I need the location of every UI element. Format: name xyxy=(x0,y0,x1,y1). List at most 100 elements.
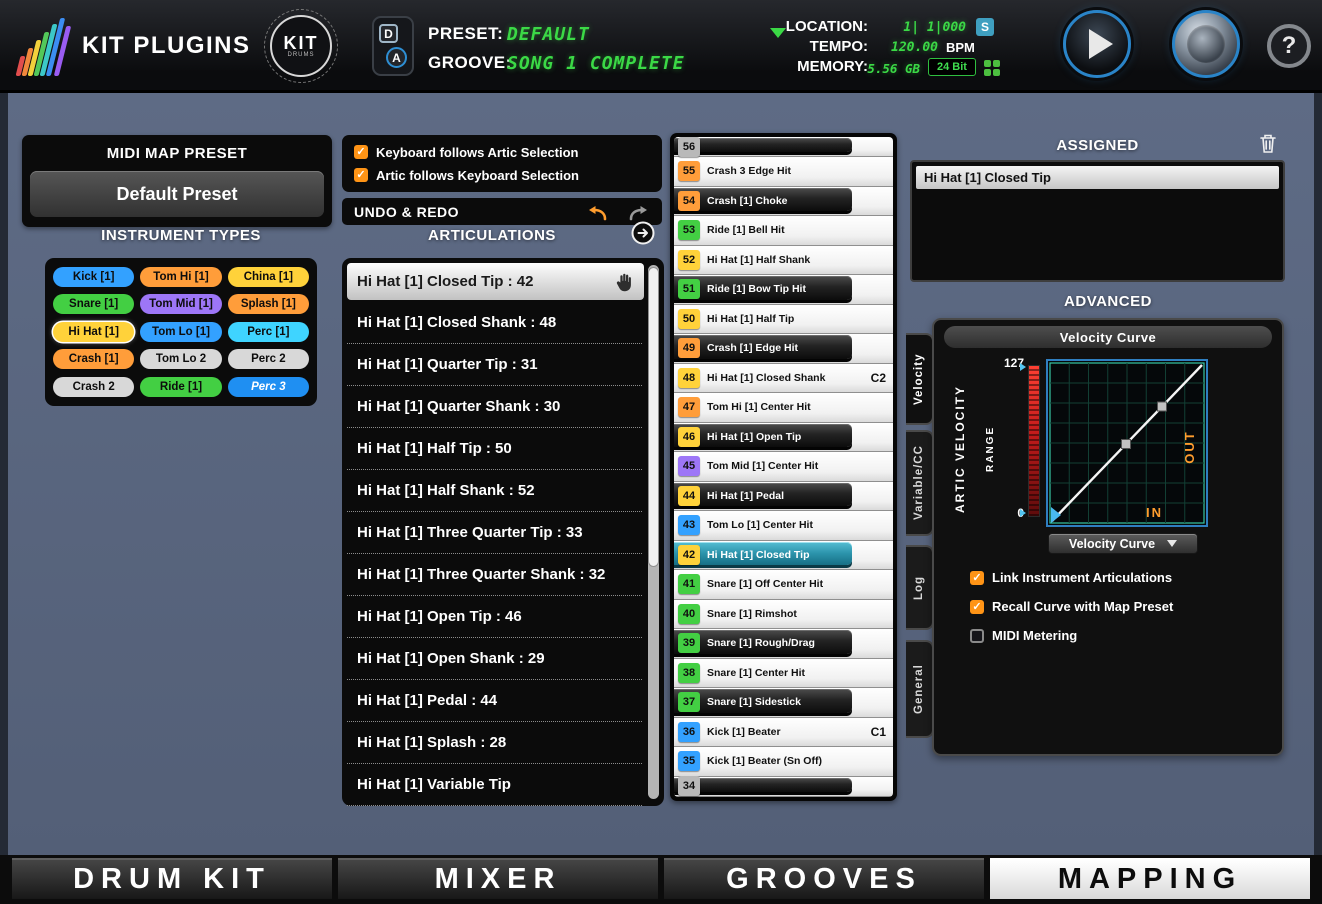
play-button[interactable] xyxy=(1063,10,1131,78)
piano-key-39[interactable]: 39 Snare [1] Rough/Drag xyxy=(674,629,893,659)
option-midi-metering[interactable]: MIDI Metering xyxy=(970,625,1173,646)
instrument-button-hi-hat-1[interactable]: Hi Hat [1] xyxy=(53,322,134,342)
preset-label: PRESET: xyxy=(428,24,503,44)
instrument-button-crash-2[interactable]: Crash 2 xyxy=(53,377,134,397)
articulation-item-hi-hat-1-quarter-tip-31[interactable]: Hi Hat [1] Quarter Tip : 31 xyxy=(347,344,642,386)
piano-key-52[interactable]: 52Hi Hat [1] Half Shank xyxy=(674,246,893,276)
instrument-button-perc-1[interactable]: Perc [1] xyxy=(228,322,309,342)
articulation-item-hi-hat-1-open-shank-29[interactable]: Hi Hat [1] Open Shank : 29 xyxy=(347,638,642,680)
articulation-item-hi-hat-1-three-quarter-tip-33[interactable]: Hi Hat [1] Three Quarter Tip : 33 xyxy=(347,512,642,554)
piano-key-34[interactable]: 34 xyxy=(674,777,893,797)
range-bottom-marker[interactable] xyxy=(1020,509,1026,517)
velocity-curve-dropdown[interactable]: Velocity Curve xyxy=(1048,533,1198,554)
key-label: Ride [1] Bow Tip Hit xyxy=(707,283,806,295)
checkbox-icon[interactable]: ✓ xyxy=(354,168,368,182)
articulation-item-hi-hat-1-quarter-shank-30[interactable]: Hi Hat [1] Quarter Shank : 30 xyxy=(347,386,642,428)
option-keyboard-follows-artic-selection[interactable]: ✓ Keyboard follows Artic Selection xyxy=(354,142,650,162)
instrument-button-tom-mid-1[interactable]: Tom Mid [1] xyxy=(140,294,221,314)
piano-key-44[interactable]: 44Hi Hat [1] Pedal xyxy=(674,482,893,512)
key-label: Hi Hat [1] Pedal xyxy=(707,490,784,502)
volume-knob[interactable] xyxy=(1172,10,1240,78)
articulations-scrollbar-thumb[interactable] xyxy=(648,267,659,567)
piano-key-53[interactable]: 53Ride [1] Bell Hit xyxy=(674,216,893,246)
checkbox-icon[interactable]: ✓ xyxy=(354,145,368,159)
piano-key-46[interactable]: 46Hi Hat [1] Open Tip xyxy=(674,423,893,453)
articulation-item-hi-hat-1-closed-shank-48[interactable]: Hi Hat [1] Closed Shank : 48 xyxy=(347,302,642,344)
checkbox-label: MIDI Metering xyxy=(992,628,1077,643)
instrument-button-kick-1[interactable]: Kick [1] xyxy=(53,267,134,287)
instrument-button-perc-2[interactable]: Perc 2 xyxy=(228,349,309,369)
curve-handle-upper[interactable] xyxy=(1158,402,1167,411)
piano-key-47[interactable]: 47Tom Hi [1] Center Hit xyxy=(674,393,893,423)
trash-icon[interactable] xyxy=(1258,133,1280,157)
advanced-title: ADVANCED xyxy=(932,293,1284,310)
key-label: Ride [1] Bell Hit xyxy=(707,224,785,236)
piano-key-37[interactable]: 37Snare [1] Sidestick xyxy=(674,688,893,718)
articulation-item-hi-hat-1-open-tip-46[interactable]: Hi Hat [1] Open Tip : 46 xyxy=(347,596,642,638)
help-button[interactable]: ? xyxy=(1267,24,1311,68)
piano-key-40[interactable]: 40Snare [1] Rimshot xyxy=(674,600,893,630)
instrument-button-china-1[interactable]: China [1] xyxy=(228,267,309,287)
piano-key-49[interactable]: 49Crash [1] Edge Hit xyxy=(674,334,893,364)
articulation-item-hi-hat-1-closed-tip-42[interactable]: Hi Hat [1] Closed Tip : 42 xyxy=(347,263,644,300)
velocity-curve-graph[interactable]: OUT IN xyxy=(1046,359,1208,527)
tab-mixer[interactable]: MIXER xyxy=(338,858,658,899)
piano-key-35[interactable]: 35Kick [1] Beater (Sn Off) xyxy=(674,747,893,777)
instrument-buttons-grid: Kick [1] Tom Hi [1] China [1] Snare [1] Tom … xyxy=(45,258,317,406)
instrument-button-snare-1[interactable]: Snare [1] xyxy=(53,294,134,314)
piano-key-51[interactable]: 51Ride [1] Bow Tip Hit xyxy=(674,275,893,305)
checkbox-icon[interactable] xyxy=(970,629,984,643)
articulation-item-hi-hat-1-pedal-44[interactable]: Hi Hat [1] Pedal : 44 xyxy=(347,680,642,722)
piano-key-36[interactable]: 36Kick [1] BeaterC1 xyxy=(674,718,893,748)
key-number-badge: 39 xyxy=(678,633,700,653)
bit-depth-badge[interactable]: 24 Bit xyxy=(928,58,976,76)
articulation-item-hi-hat-1-three-quarter-shank-32[interactable]: Hi Hat [1] Three Quarter Shank : 32 xyxy=(347,554,642,596)
tab-variable-cc[interactable]: Variable/CC xyxy=(906,430,934,536)
option-recall-curve-with-map-preset[interactable]: ✓Recall Curve with Map Preset xyxy=(970,596,1173,617)
midi-map-preset-button[interactable]: Default Preset xyxy=(30,171,324,217)
articulations-expand-icon[interactable] xyxy=(631,221,655,245)
tab-drum-kit[interactable]: DRUM KIT xyxy=(12,858,332,899)
tab-grooves[interactable]: GROOVES xyxy=(664,858,984,899)
piano-key-56[interactable]: 56 xyxy=(674,137,893,157)
piano-key-54[interactable]: 54Crash [1] Choke xyxy=(674,187,893,217)
tab-general[interactable]: General xyxy=(906,640,934,738)
instrument-button-crash-1[interactable]: Crash [1] xyxy=(53,349,134,369)
tab-mapping[interactable]: MAPPING xyxy=(990,858,1310,899)
articulation-item-hi-hat-1-splash-28[interactable]: Hi Hat [1] Splash : 28 xyxy=(347,722,642,764)
sync-badge[interactable]: S xyxy=(976,18,994,36)
assigned-item-hi-hat-1-closed-tip[interactable]: Hi Hat [1] Closed Tip xyxy=(916,166,1279,189)
velocity-range-meter[interactable] xyxy=(1028,365,1040,517)
articulation-item-hi-hat-1-variable-tip[interactable]: Hi Hat [1] Variable Tip xyxy=(347,764,642,806)
tab-velocity[interactable]: Velocity xyxy=(906,333,934,425)
drum-pad-icon xyxy=(984,60,1000,76)
piano-key-45[interactable]: 45Tom Mid [1] Center Hit xyxy=(674,452,893,482)
key-label: Snare [1] Sidestick xyxy=(707,696,801,708)
instrument-button-tom-hi-1[interactable]: Tom Hi [1] xyxy=(140,267,221,287)
piano-key-41[interactable]: 41Snare [1] Off Center Hit xyxy=(674,570,893,600)
instrument-button-perc-3[interactable]: Perc 3 xyxy=(228,377,309,397)
undo-icon[interactable] xyxy=(586,203,610,221)
instrument-button-ride-1[interactable]: Ride [1] xyxy=(140,377,221,397)
option-link-instrument-articulations[interactable]: ✓Link Instrument Articulations xyxy=(970,567,1173,588)
piano-key-50[interactable]: 50Hi Hat [1] Half Tip xyxy=(674,305,893,335)
checkbox-label: Keyboard follows Artic Selection xyxy=(376,145,579,160)
articulation-item-hi-hat-1-half-tip-50[interactable]: Hi Hat [1] Half Tip : 50 xyxy=(347,428,642,470)
option-artic-follows-keyboard-selection[interactable]: ✓Artic follows Keyboard Selection xyxy=(354,165,650,185)
piano-key-48[interactable]: 48Hi Hat [1] Closed ShankC2 xyxy=(674,364,893,394)
checkbox-icon[interactable]: ✓ xyxy=(970,571,984,585)
redo-icon[interactable] xyxy=(626,203,650,221)
instrument-button-tom-lo-2[interactable]: Tom Lo 2 xyxy=(140,349,221,369)
piano-key-38[interactable]: 38Snare [1] Center Hit xyxy=(674,659,893,689)
key-label: Snare [1] Rough/Drag xyxy=(707,637,815,649)
articulation-item-hi-hat-1-half-shank-52[interactable]: Hi Hat [1] Half Shank : 52 xyxy=(347,470,642,512)
range-top-marker[interactable] xyxy=(1020,363,1026,371)
piano-key-42[interactable]: 42Hi Hat [1] Closed Tip xyxy=(674,541,893,571)
piano-key-43[interactable]: 43Tom Lo [1] Center Hit xyxy=(674,511,893,541)
piano-key-55[interactable]: 55Crash 3 Edge Hit xyxy=(674,157,893,187)
instrument-button-splash-1[interactable]: Splash [1] xyxy=(228,294,309,314)
curve-handle-mid[interactable] xyxy=(1122,440,1131,449)
tab-log[interactable]: Log xyxy=(906,545,934,630)
instrument-button-tom-lo-1[interactable]: Tom Lo [1] xyxy=(140,322,221,342)
checkbox-icon[interactable]: ✓ xyxy=(970,600,984,614)
